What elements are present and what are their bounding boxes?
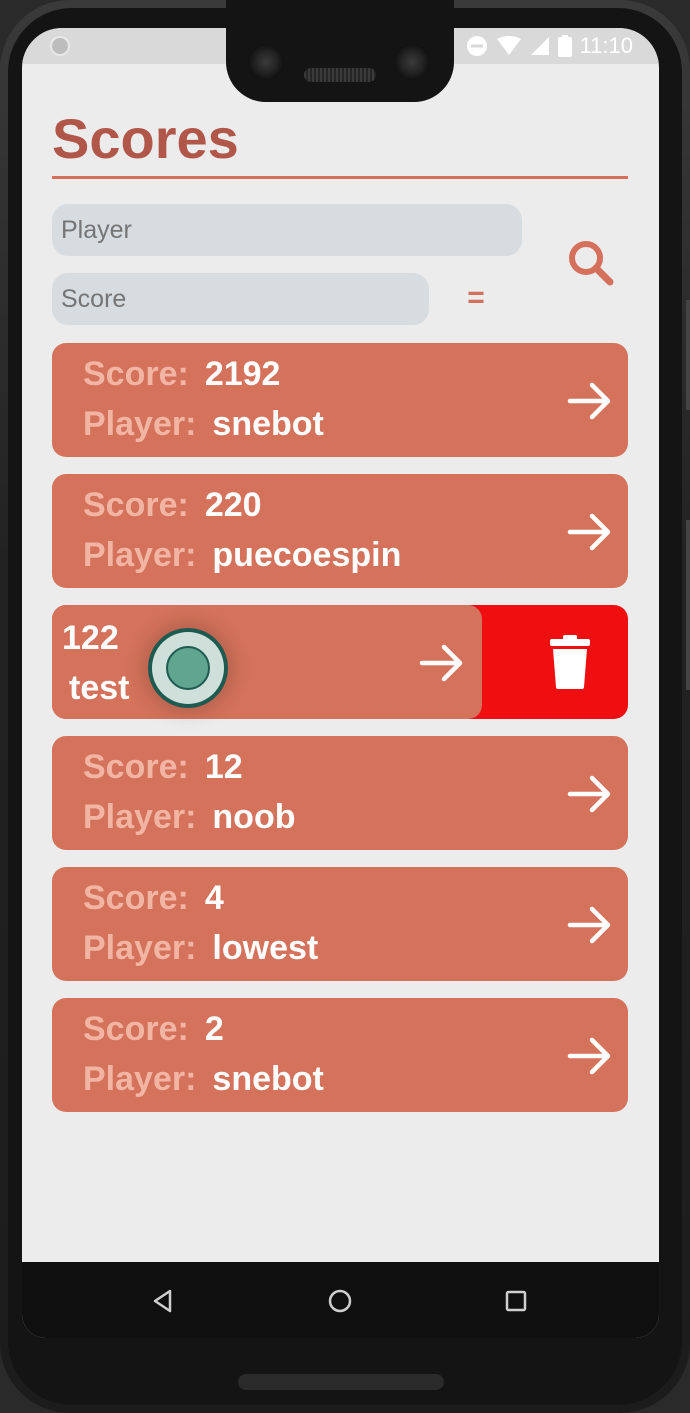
search-icon[interactable] xyxy=(562,234,622,294)
player-value: snebot xyxy=(212,1060,324,1098)
front-camera-icon xyxy=(394,44,430,80)
score-label: Score: xyxy=(83,748,189,786)
player-label: Player: xyxy=(83,536,197,574)
player-value: snebot xyxy=(212,405,324,443)
player-label: Player: xyxy=(83,405,197,443)
score-row: Score: 220 xyxy=(83,486,262,525)
arrow-right-icon[interactable] xyxy=(566,377,614,425)
status-icons: 11:10 xyxy=(466,32,633,60)
score-value: 12 xyxy=(204,748,243,786)
player-row: Player: snebot xyxy=(83,405,324,444)
score-row: Score: 4 xyxy=(83,879,224,918)
score-value: 4 xyxy=(204,879,224,917)
score-value: 2192 xyxy=(204,355,281,393)
swiped-card-body[interactable]: 122 test xyxy=(52,605,482,719)
camera-notch xyxy=(226,0,454,102)
player-row: Player: lowest xyxy=(83,929,318,968)
phone-frame: 11:10 Scores = Score: 2192 Player: snebo… xyxy=(0,0,690,1413)
player-label: Player: xyxy=(83,1060,197,1098)
score-value: 122 xyxy=(62,619,119,657)
screen: 11:10 Scores = Score: 2192 Player: snebo… xyxy=(22,28,659,1338)
trash-icon[interactable] xyxy=(548,635,592,689)
battery-icon xyxy=(557,35,572,57)
player-row: Player: puecoespin xyxy=(83,536,401,575)
wifi-icon xyxy=(496,36,521,55)
player-value: lowest xyxy=(212,929,319,967)
player-row: Player: noob xyxy=(83,798,295,837)
comparator-button[interactable]: = xyxy=(460,280,492,316)
score-card-swiped[interactable]: 122 test xyxy=(52,605,628,719)
bottom-speaker xyxy=(238,1374,444,1390)
player-label: Player: xyxy=(83,929,197,967)
earpiece-speaker xyxy=(304,68,376,82)
notification-dot-icon xyxy=(50,36,70,56)
do-not-disturb-icon xyxy=(466,36,487,56)
touch-indicator xyxy=(148,628,228,708)
signal-icon xyxy=(530,37,549,55)
player-value: test xyxy=(69,669,130,707)
score-card[interactable]: Score: 220 Player: puecoespin xyxy=(52,474,628,588)
front-camera-icon xyxy=(248,44,284,80)
score-label: Score: xyxy=(83,1010,189,1048)
score-row: Score: 2 xyxy=(83,1010,224,1049)
score-value: 2 xyxy=(204,1010,224,1048)
system-nav-bar xyxy=(22,1262,659,1338)
score-card[interactable]: Score: 12 Player: noob xyxy=(52,736,628,850)
arrow-right-icon[interactable] xyxy=(566,1032,614,1080)
home-circle-icon[interactable] xyxy=(325,1286,355,1316)
arrow-right-icon[interactable] xyxy=(418,639,466,687)
score-card[interactable]: Score: 2192 Player: snebot xyxy=(52,343,628,457)
score-card[interactable]: Score: 4 Player: lowest xyxy=(52,867,628,981)
player-label: Player: xyxy=(83,798,197,836)
arrow-right-icon[interactable] xyxy=(566,508,614,556)
score-row: Score: 12 xyxy=(83,748,243,787)
score-search-input[interactable] xyxy=(52,273,429,325)
recents-square-icon[interactable] xyxy=(501,1286,531,1316)
player-row: Player: snebot xyxy=(83,1060,324,1099)
back-triangle-icon[interactable] xyxy=(148,1286,178,1316)
page-title: Scores xyxy=(52,107,239,170)
player-value: noob xyxy=(212,798,296,836)
status-time: 11:10 xyxy=(579,33,633,58)
score-label: Score: xyxy=(83,355,189,393)
score-value: 220 xyxy=(204,486,262,524)
score-card[interactable]: Score: 2 Player: snebot xyxy=(52,998,628,1112)
player-search-input[interactable] xyxy=(52,204,522,256)
arrow-right-icon[interactable] xyxy=(566,901,614,949)
title-divider xyxy=(52,176,628,179)
player-value: puecoespin xyxy=(212,536,402,574)
score-label: Score: xyxy=(83,486,189,524)
score-row: Score: 2192 xyxy=(83,355,280,394)
arrow-right-icon[interactable] xyxy=(566,770,614,818)
power-button xyxy=(686,300,690,410)
volume-button xyxy=(686,520,690,690)
score-label: Score: xyxy=(83,879,189,917)
